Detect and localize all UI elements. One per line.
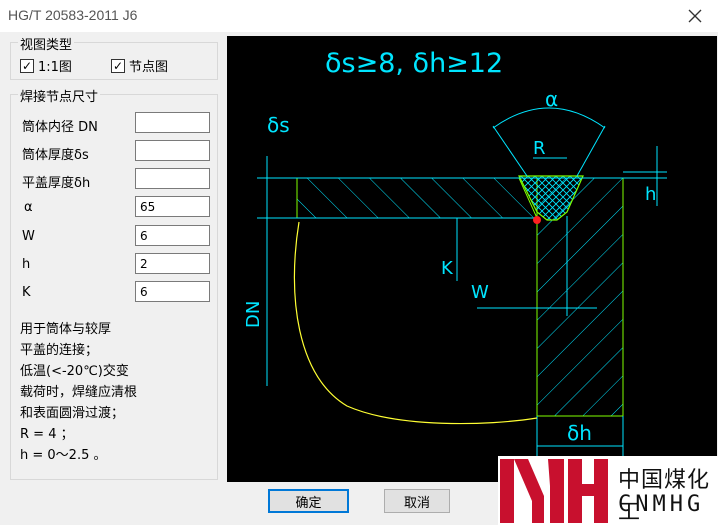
label-r: R xyxy=(533,138,546,159)
note-line: R = 4 ； xyxy=(20,427,74,442)
dialog-body: 视图类型 ✓ 1:1图 ✓ 节点图 焊接节点尺寸 筒体内径 DN 筒体厚度δs … xyxy=(0,32,718,525)
field-label-dh: 平盖厚度δh xyxy=(22,176,91,191)
field-label-w: W xyxy=(22,229,35,244)
field-label-alpha: α xyxy=(24,200,33,215)
ok-button[interactable]: 确定 xyxy=(268,489,349,513)
close-icon xyxy=(688,9,702,23)
weld-drawing-svg: δs≥8, δh≥12 α R δs h K W δh DN xyxy=(243,48,667,456)
cancel-button[interactable]: 取消 xyxy=(384,489,450,513)
label-k: K xyxy=(441,258,454,279)
window-title: HG/T 20583-2011 J6 xyxy=(8,7,138,23)
note-line: h = 0～2.5 。 xyxy=(20,448,107,463)
field-label-ds: 筒体厚度δs xyxy=(22,148,89,163)
view-type-title: 视图类型 xyxy=(18,34,75,53)
label-h: h xyxy=(645,184,656,205)
watermark-logo: 中国煤化工 CNMHG xyxy=(498,456,718,525)
node-view-checkbox[interactable]: ✓ 节点图 xyxy=(111,56,168,75)
w-input[interactable] xyxy=(135,225,210,246)
scale-view-checkbox[interactable]: ✓ 1:1图 xyxy=(20,56,72,75)
label-w: W xyxy=(471,282,489,303)
dn-input[interactable] xyxy=(135,112,210,133)
scale-view-label: 1:1图 xyxy=(38,60,72,75)
weld-dimensions-title: 焊接节点尺寸 xyxy=(18,86,101,105)
note-line: 平盖的连接； xyxy=(20,343,99,358)
field-label-k: K xyxy=(22,285,31,300)
node-view-label: 节点图 xyxy=(129,60,169,75)
note-line: 载荷时，焊缝应清根 xyxy=(20,385,138,400)
label-ds: δs xyxy=(267,113,290,137)
alpha-input[interactable] xyxy=(135,196,210,217)
h-input[interactable] xyxy=(135,253,210,274)
k-input[interactable] xyxy=(135,281,210,302)
field-label-dn: 筒体内径 DN xyxy=(22,120,98,135)
checkbox-check-icon: ✓ xyxy=(111,58,125,73)
label-alpha: α xyxy=(545,87,558,111)
weld-joint-diagram: δs≥8, δh≥12 α R δs h K W δh DN xyxy=(227,36,717,482)
title-bar: HG/T 20583-2011 J6 xyxy=(0,0,718,32)
ds-input[interactable] xyxy=(135,140,210,161)
note-line: 和表面圆滑过渡； xyxy=(20,406,125,421)
shell-wall xyxy=(296,177,538,219)
label-dh: δh xyxy=(567,421,592,445)
label-dn: DN xyxy=(243,301,264,328)
field-label-h: h xyxy=(22,257,31,272)
watermark-text-en: CNMHG xyxy=(618,492,705,517)
diagram-heading: δs≥8, δh≥12 xyxy=(325,48,503,79)
note-line: 用于筒体与较厚 xyxy=(20,322,112,337)
dh-input[interactable] xyxy=(135,168,210,189)
checkbox-check-icon: ✓ xyxy=(20,58,34,73)
usage-note: 用于筒体与较厚 平盖的连接； 低温(<-20℃)交变 载荷时，焊缝应清根 和表面… xyxy=(20,319,137,466)
close-button[interactable] xyxy=(682,4,708,28)
weld-root-point xyxy=(533,216,541,224)
note-line: 低温(<-20℃)交变 xyxy=(20,364,129,379)
